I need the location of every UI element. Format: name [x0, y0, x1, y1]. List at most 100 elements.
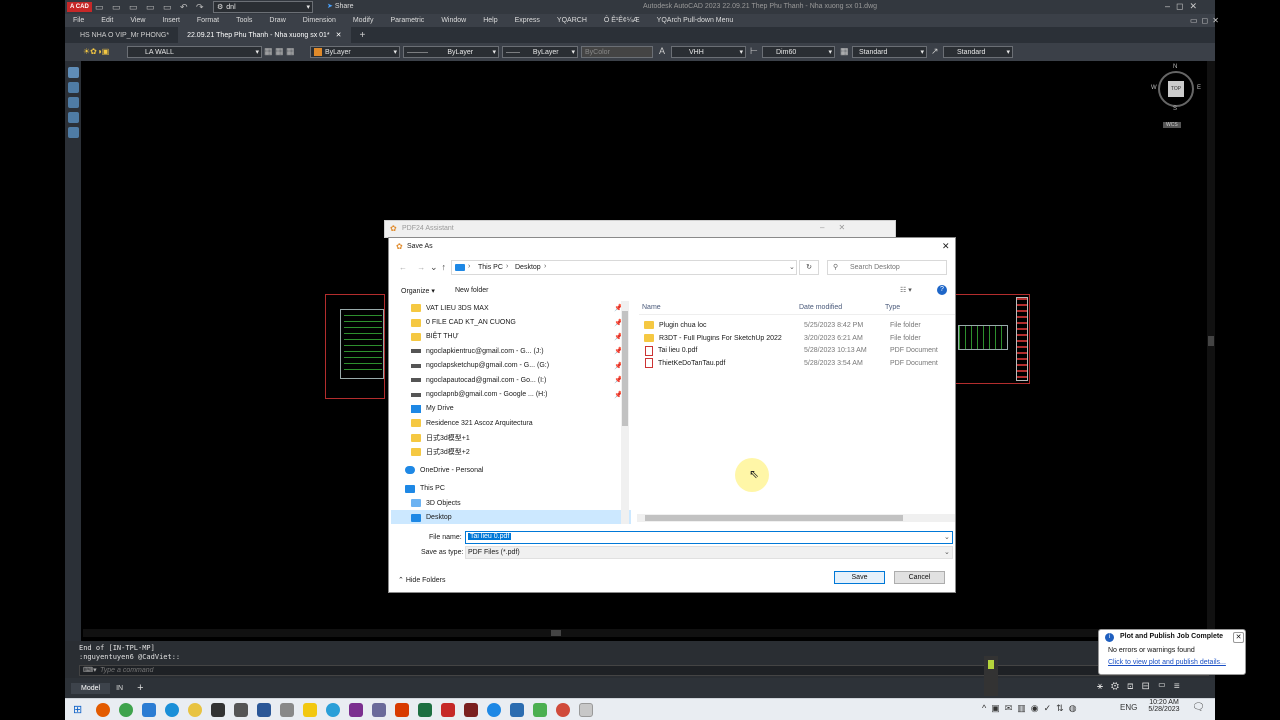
address-dropdown-icon[interactable]: ⌄: [789, 263, 795, 271]
column-name[interactable]: Name: [642, 304, 661, 311]
textstyle-select[interactable]: VHH ▾: [671, 46, 746, 58]
app-icon-gray[interactable]: [280, 702, 295, 717]
horizontal-scroll-thumb[interactable]: [551, 630, 561, 636]
dialog-close-button[interactable]: ✕: [942, 241, 950, 252]
vertical-scrollbar[interactable]: [1207, 61, 1215, 629]
nav-item[interactable]: Residence 321 Ascoz Arquitectura: [391, 416, 631, 430]
breadcrumb-desktop[interactable]: Desktop: [515, 264, 541, 271]
tool-icon-2[interactable]: [67, 82, 79, 93]
app-icon-green[interactable]: [119, 702, 134, 717]
menu-format[interactable]: Format: [197, 17, 219, 24]
menu-window[interactable]: Window: [441, 17, 466, 24]
hide-folders-button[interactable]: ⌃ Hide Folders: [398, 576, 446, 584]
zalo-icon[interactable]: [487, 702, 502, 717]
close-tab-icon[interactable]: ✕: [336, 31, 342, 39]
terminal-icon[interactable]: [211, 702, 226, 717]
chrome-alt-icon[interactable]: [556, 702, 571, 717]
linetype-select[interactable]: ——— ByLayer ▾: [403, 46, 499, 58]
nav-item[interactable]: ngoclapnb@gmail.com - Google ... (H:) 📌: [391, 387, 631, 401]
file-list-hscrollbar[interactable]: [637, 514, 955, 522]
command-input-field[interactable]: [100, 666, 500, 675]
nav-back-forward-icons[interactable]: ← →: [399, 263, 429, 272]
column-date-modified[interactable]: Date modified: [799, 304, 842, 311]
menu-view[interactable]: View: [130, 17, 145, 24]
pdf24-window-controls[interactable]: –✕: [820, 223, 859, 232]
command-input[interactable]: ⌨▾: [79, 665, 1209, 676]
window-controls[interactable]: –◻✕: [1165, 1, 1203, 12]
nav-item[interactable]: ngoclapsketchup@gmail.com - G... (G:) 📌: [391, 359, 631, 373]
file-row[interactable]: Plugin chua loc 5/25/2023 8:42 PM File fol…: [639, 319, 955, 332]
nav-item[interactable]: ngoclapautocad@gmail.com - Go... (I:) 📌: [391, 373, 631, 387]
menu-garbled[interactable]: Ô Ê¹Ê¢¼Æ: [604, 17, 640, 24]
dimstyle-select[interactable]: Dim60 ▾: [762, 46, 835, 58]
app-icon-darkred[interactable]: [464, 702, 479, 717]
app-icon-indigo[interactable]: [372, 702, 387, 717]
nav-recent-up-icons[interactable]: ⌄↑: [430, 262, 450, 273]
add-layout-button[interactable]: +: [137, 682, 143, 694]
tab-thep-phu-thanh[interactable]: 22.09.21 Thep Phu Thanh - Nha xuong sx 0…: [178, 27, 351, 43]
lineweight-select[interactable]: —— ByLayer ▾: [502, 46, 578, 58]
cancel-button[interactable]: Cancel: [894, 571, 945, 584]
menu-file[interactable]: File: [73, 17, 84, 24]
windows-start-icon[interactable]: ⊞: [73, 703, 82, 716]
breadcrumb-this-pc[interactable]: This PC: [478, 264, 503, 271]
color-select[interactable]: ByLayer ▾: [310, 46, 400, 58]
quick-access-icons[interactable]: ▭ ▭ ▭ ▭ ▭ ↶ ↷: [95, 2, 207, 13]
help-icon[interactable]: ?: [937, 285, 947, 295]
nav-item-onedrive[interactable]: OneDrive - Personal: [391, 463, 631, 477]
refresh-button[interactable]: ↻: [799, 260, 819, 275]
notes-icon[interactable]: [303, 702, 318, 717]
tool-icon-5[interactable]: [67, 127, 79, 138]
app-icon-purple[interactable]: [349, 702, 364, 717]
chrome-icon[interactable]: [188, 702, 203, 717]
new-folder-button[interactable]: New folder: [455, 287, 488, 294]
layer-state-icons[interactable]: ☀✿◑▣: [83, 47, 109, 56]
nav-item-desktop[interactable]: Desktop: [391, 510, 631, 524]
search-taskbar-icon[interactable]: [96, 702, 111, 717]
file-row[interactable]: R3DT - Full Plugins For SketchUp 2022 3/2…: [639, 332, 955, 345]
nav-item[interactable]: BIỆT THỰ 📌: [391, 330, 631, 344]
menu-dimension[interactable]: Dimension: [303, 17, 336, 24]
app-icon-leaf[interactable]: [533, 702, 548, 717]
plot-publish-notification[interactable]: i Plot and Publish Job Complete ✕ No err…: [1098, 629, 1246, 675]
chevron-down-icon[interactable]: ⌄: [944, 533, 950, 541]
nav-scrollbar[interactable]: [621, 301, 629, 524]
search-box[interactable]: ⚲: [827, 260, 947, 275]
menu-insert[interactable]: Insert: [162, 17, 180, 24]
nav-item-this-pc[interactable]: This PC: [391, 482, 631, 496]
layer-select[interactable]: LA WALL ▾: [127, 46, 262, 58]
workspace-select[interactable]: ⚙ dnl ▾: [213, 1, 313, 13]
app-icon-orange[interactable]: [395, 702, 410, 717]
tool-icon-3[interactable]: [67, 97, 79, 108]
tablestyle-select[interactable]: Standard ▾: [852, 46, 927, 58]
nav-item[interactable]: 日式3d模型+2: [391, 445, 631, 459]
ucs-label[interactable]: WCS: [1163, 122, 1181, 128]
menu-draw[interactable]: Draw: [269, 17, 285, 24]
share-button[interactable]: ➤ Share: [327, 2, 354, 10]
new-tab-button[interactable]: +: [351, 27, 375, 43]
tray-icons[interactable]: ^▣✉▥◉✓⇅◍: [982, 703, 1082, 714]
edge-icon[interactable]: [165, 702, 180, 717]
organize-button[interactable]: Organize ▾: [401, 287, 435, 295]
mleaderstyle-select[interactable]: Standard ▾: [943, 46, 1013, 58]
nav-item[interactable]: VAT LIEU 3DS MAX 📌: [391, 301, 631, 315]
close-notification-icon[interactable]: ✕: [1233, 632, 1244, 643]
file-list-hscroll-thumb[interactable]: [645, 515, 903, 521]
notification-center-icon[interactable]: 🗨: [1192, 702, 1205, 713]
calculator-icon[interactable]: [234, 702, 249, 717]
pdf24-taskbar-icon[interactable]: [579, 702, 594, 717]
telegram-icon[interactable]: [326, 702, 341, 717]
word-icon[interactable]: [257, 702, 272, 717]
status-tool-icons[interactable]: ⚹⚙⊡⊟▭≡: [1097, 681, 1188, 692]
nav-item[interactable]: 0 FILE CAD KT_AN CUONG 📌: [391, 315, 631, 329]
file-row[interactable]: Tai lieu 0.pdf 5/28/2023 10:13 AM PDF Docu…: [639, 344, 955, 357]
menu-yqarch-pulldown[interactable]: YQArch Pull-down Menu: [657, 17, 734, 24]
file-name-input[interactable]: Tai lieu 0.pdf ⌄: [465, 531, 953, 544]
viewcube-top[interactable]: TOP: [1168, 81, 1184, 97]
column-type[interactable]: Type: [885, 304, 900, 311]
view-options-icon[interactable]: ☷ ▾: [900, 286, 912, 294]
search-input[interactable]: [850, 262, 944, 273]
nav-item-3d-objects[interactable]: 3D Objects: [391, 496, 631, 510]
menu-modify[interactable]: Modify: [353, 17, 374, 24]
autocad-icon[interactable]: [441, 702, 456, 717]
